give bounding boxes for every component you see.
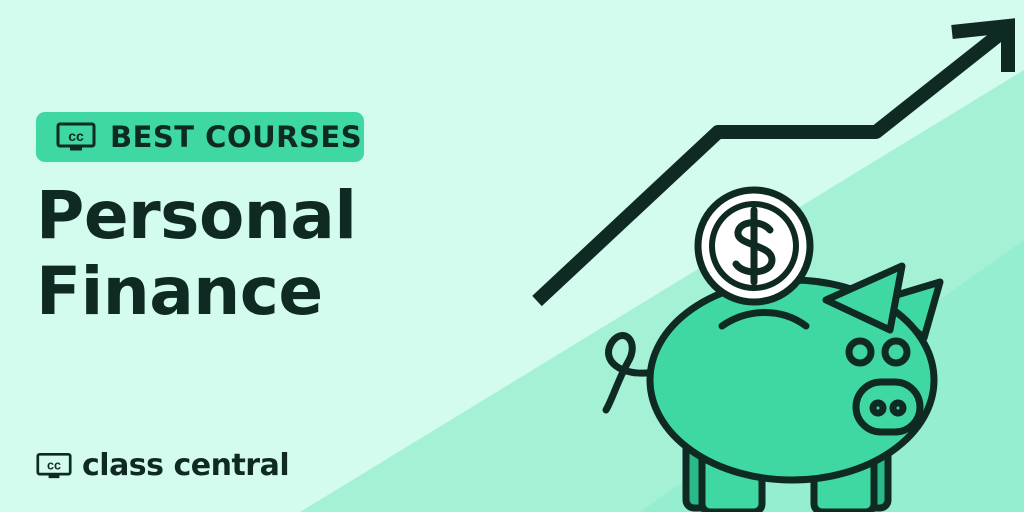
- best-courses-badge: cc BEST COURSES: [36, 112, 364, 162]
- svg-text:cc: cc: [68, 128, 84, 144]
- svg-text:cc: cc: [47, 458, 61, 472]
- title-line-1: Personal: [36, 177, 357, 254]
- coin-icon: [694, 186, 814, 306]
- cc-logo-icon: cc: [56, 122, 96, 151]
- title-line-2: Finance: [36, 253, 323, 330]
- badge-label: BEST COURSES: [110, 120, 363, 154]
- cc-logo-icon: cc: [36, 452, 72, 478]
- class-central-logo: cc class central: [36, 448, 290, 483]
- course-banner: cc BEST COURSES Personal Finance cc clas…: [0, 0, 1024, 512]
- brand-name: class central: [82, 448, 290, 483]
- page-title: Personal Finance: [36, 177, 357, 330]
